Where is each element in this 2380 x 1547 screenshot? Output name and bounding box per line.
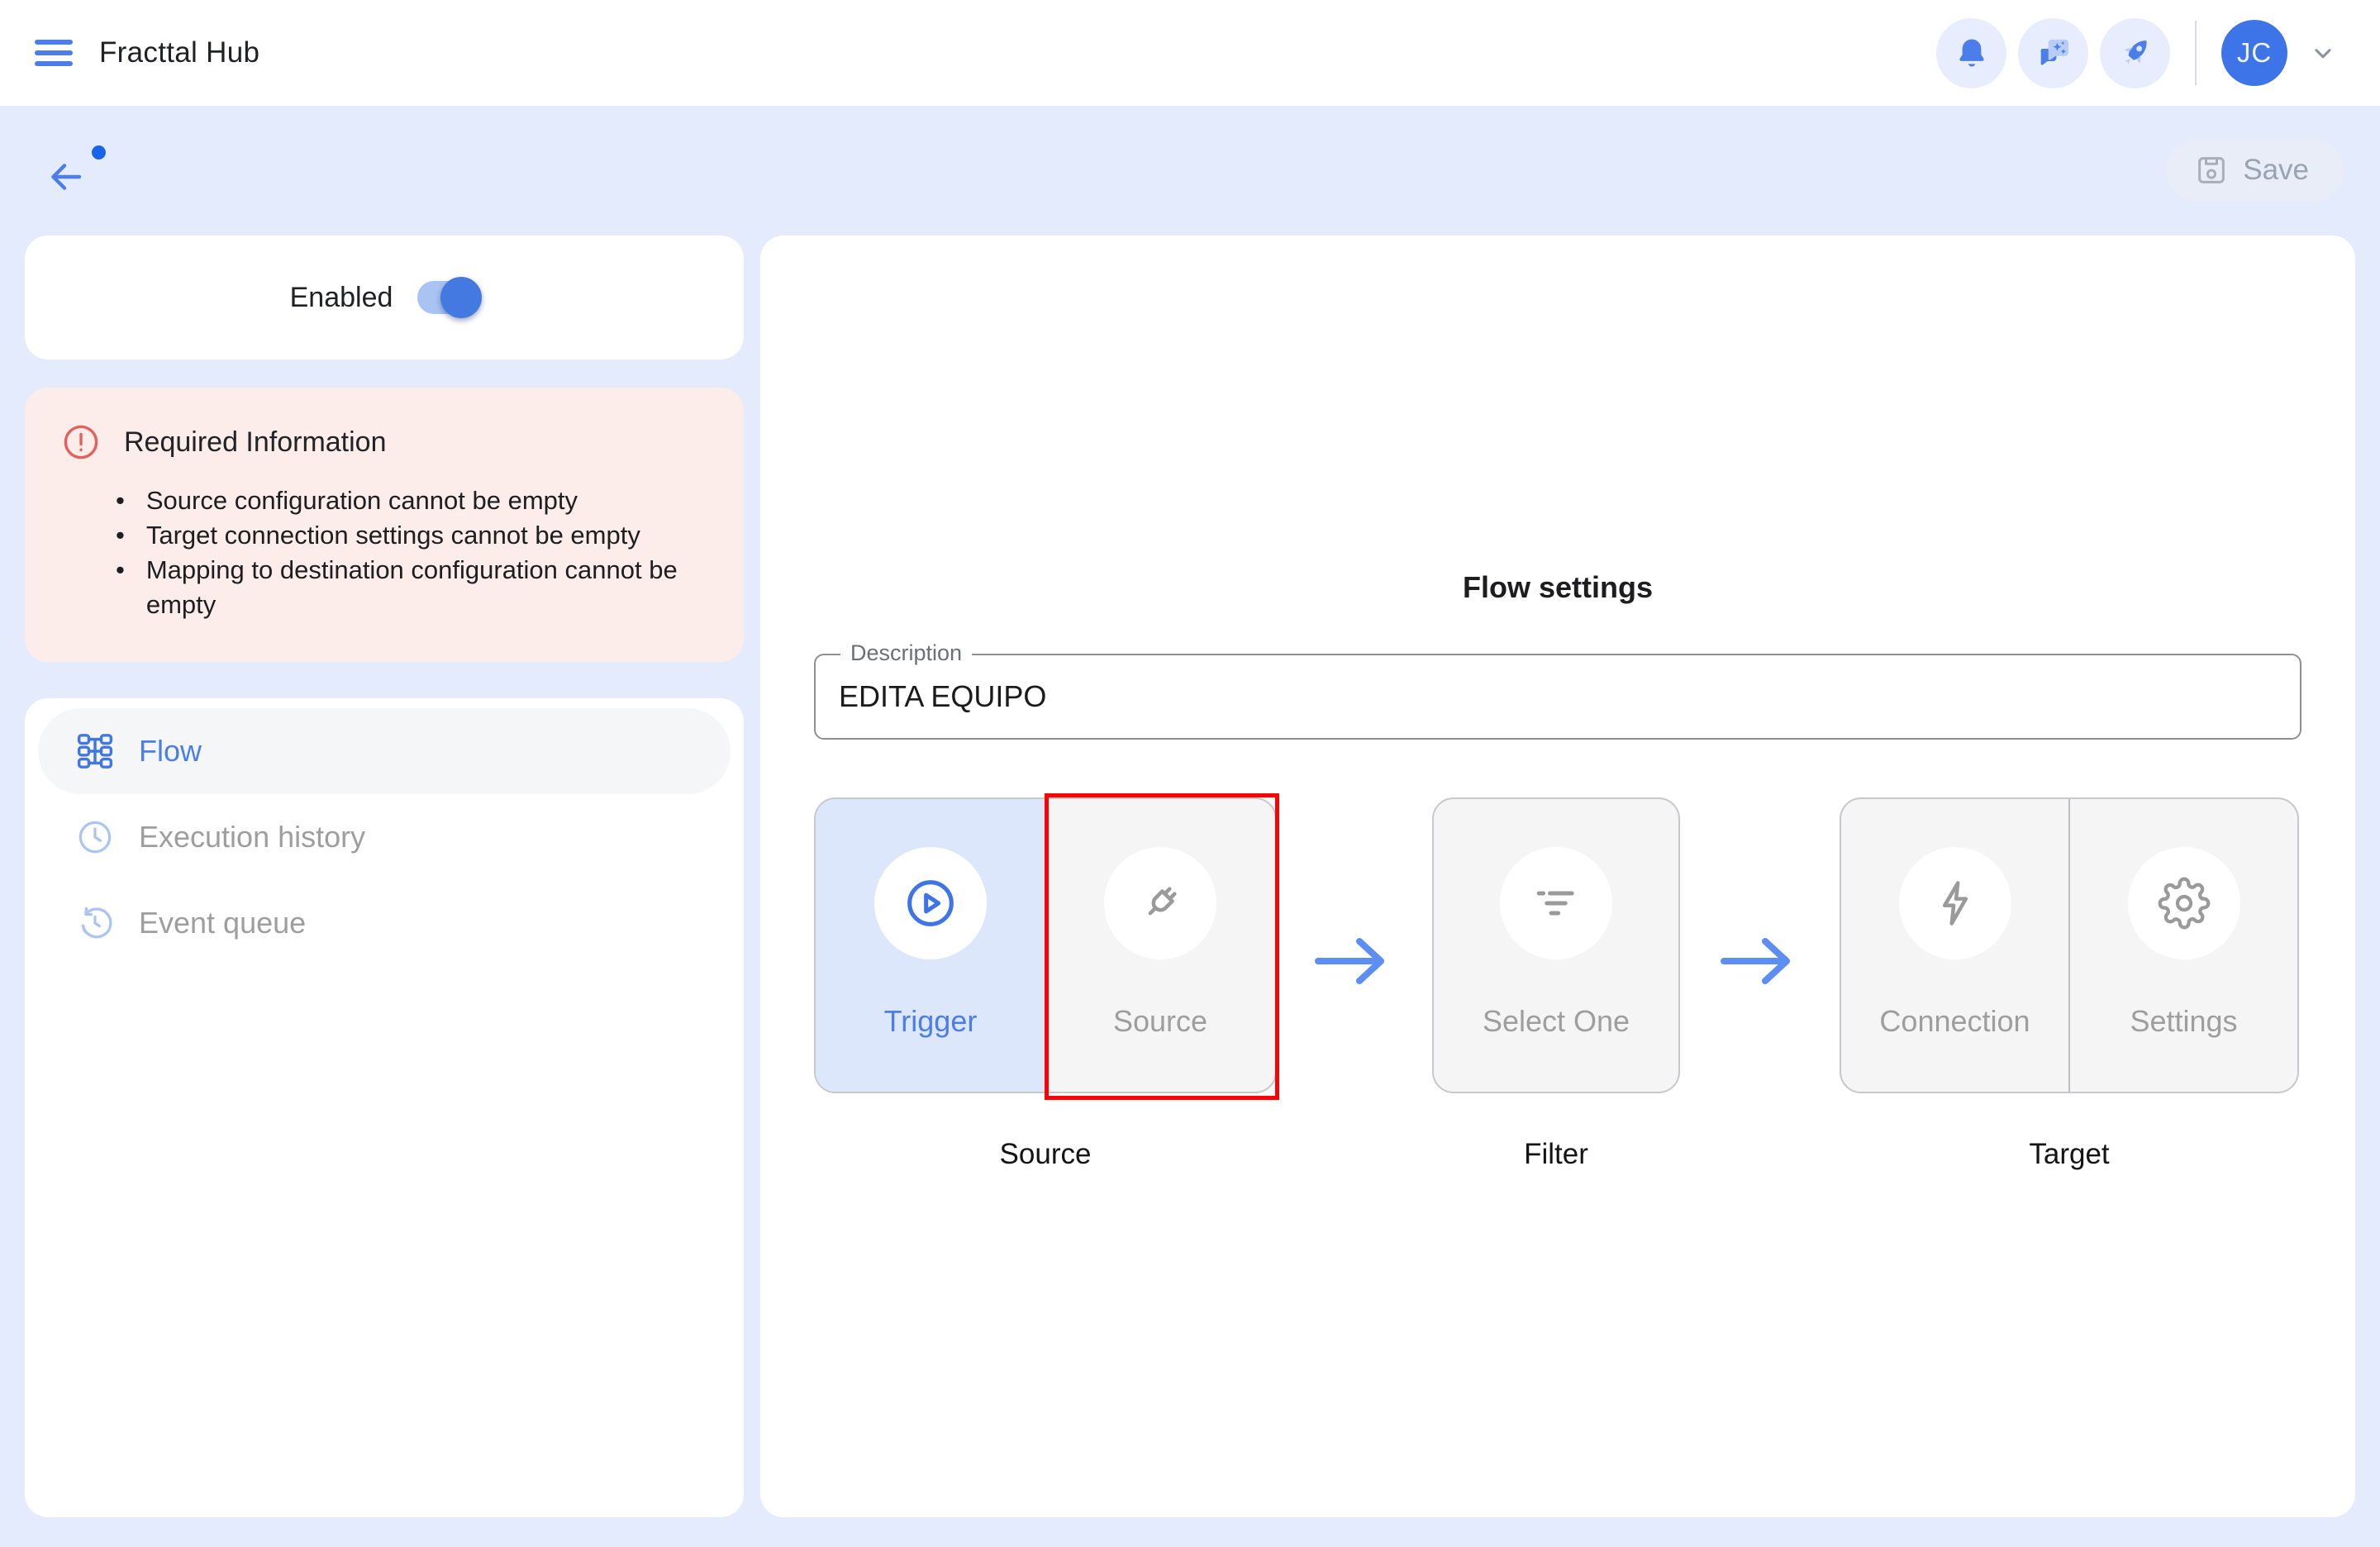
lightning-icon xyxy=(1929,877,1982,930)
flow-arrow xyxy=(1277,797,1432,1093)
sidebar-menu: Flow Execution history xyxy=(25,698,744,1517)
trigger-step[interactable]: Trigger xyxy=(816,799,1045,1092)
notification-dot xyxy=(92,145,106,159)
account-menu-button[interactable] xyxy=(2307,37,2339,69)
required-information-alert: Required Information Source configuratio… xyxy=(25,388,744,662)
arrow-right-icon xyxy=(1717,931,1803,991)
clock-icon xyxy=(76,818,114,856)
enabled-label: Enabled xyxy=(290,282,393,314)
menu-hamburger-icon[interactable] xyxy=(35,40,73,66)
arrow-right-icon xyxy=(1311,931,1397,991)
alert-item: Source configuration cannot be empty xyxy=(116,483,707,518)
alert-item: Target connection settings cannot be emp… xyxy=(116,518,707,553)
page-title: Flow settings xyxy=(760,569,2355,606)
filter-group-label: Filter xyxy=(1432,1138,1680,1171)
flow-arrow xyxy=(1680,797,1840,1093)
flow-icon xyxy=(76,732,114,770)
target-step-group: Connection Settings xyxy=(1840,797,2299,1093)
sidebar-item-event-queue[interactable]: Event queue xyxy=(38,880,731,966)
source-step-label: Source xyxy=(1113,1004,1207,1039)
target-settings-step[interactable]: Settings xyxy=(2070,799,2297,1092)
plug-icon xyxy=(1134,877,1187,930)
save-label: Save xyxy=(2243,154,2309,187)
settings-step-label: Settings xyxy=(2130,1004,2237,1039)
save-floppy-icon xyxy=(2194,153,2229,188)
avatar[interactable]: JC xyxy=(2221,20,2287,86)
sidebar-item-label: Event queue xyxy=(139,906,306,940)
source-group-label: Source xyxy=(814,1138,1277,1171)
filter-icon xyxy=(1530,877,1583,930)
target-group-label: Target xyxy=(1840,1138,2299,1171)
description-field-value: EDITA EQUIPO xyxy=(839,655,1046,738)
source-icon-circle xyxy=(1104,847,1216,959)
filter-step-label: Select One xyxy=(1483,1004,1630,1039)
sidebar: Enabled Required Information Source conf… xyxy=(25,236,744,1517)
chat-sparkles-icon xyxy=(2035,34,2073,72)
settings-icon-circle xyxy=(2128,847,2240,959)
header-divider xyxy=(2195,21,2197,85)
header-actions: JC xyxy=(1936,18,2339,88)
chevron-down-icon xyxy=(2307,37,2339,69)
source-step-group: Trigger Source xyxy=(814,797,1277,1093)
whats-new-button[interactable] xyxy=(2100,18,2170,88)
history-icon xyxy=(76,904,114,942)
back-button[interactable] xyxy=(45,145,106,200)
sidebar-item-execution-history[interactable]: Execution history xyxy=(38,794,731,880)
flow-group-labels: Source Filter Target xyxy=(814,1138,2355,1171)
notifications-button[interactable] xyxy=(1936,18,2006,88)
trigger-icon-circle xyxy=(874,847,987,959)
trigger-step-label: Trigger xyxy=(884,1004,978,1039)
app-header: Fracttal Hub xyxy=(0,0,2380,106)
assistant-chat-button[interactable] xyxy=(2018,18,2088,88)
filter-step[interactable]: Select One xyxy=(1432,797,1680,1093)
app-title: Fracttal Hub xyxy=(99,36,259,69)
save-button[interactable]: Save xyxy=(2166,139,2344,202)
connection-icon-circle xyxy=(1899,847,2011,959)
enabled-toggle[interactable] xyxy=(417,281,478,314)
flow-settings-panel: Flow settings Description EDITA EQUIPO xyxy=(760,236,2355,1517)
alert-list: Source configuration cannot be empty Tar… xyxy=(116,483,707,622)
alert-title: Required Information xyxy=(124,426,387,459)
target-connection-step[interactable]: Connection xyxy=(1841,799,2070,1092)
sidebar-item-flow[interactable]: Flow xyxy=(38,708,731,794)
connection-step-label: Connection xyxy=(1879,1004,2030,1039)
description-field[interactable]: Description EDITA EQUIPO xyxy=(814,654,2301,740)
gear-icon xyxy=(2158,877,2211,930)
alert-item: Mapping to destination configuration can… xyxy=(116,553,707,622)
rocket-icon xyxy=(2116,34,2154,72)
bell-icon xyxy=(1954,35,1990,71)
alert-circle-icon xyxy=(61,422,101,462)
filter-icon-circle xyxy=(1500,847,1612,959)
source-step[interactable]: Source xyxy=(1045,799,1275,1092)
sidebar-item-label: Flow xyxy=(139,734,202,769)
flow-diagram: Trigger Source xyxy=(814,797,2355,1093)
sidebar-item-label: Execution history xyxy=(139,820,365,854)
enabled-card: Enabled xyxy=(25,236,744,359)
play-circle-icon xyxy=(904,877,957,930)
